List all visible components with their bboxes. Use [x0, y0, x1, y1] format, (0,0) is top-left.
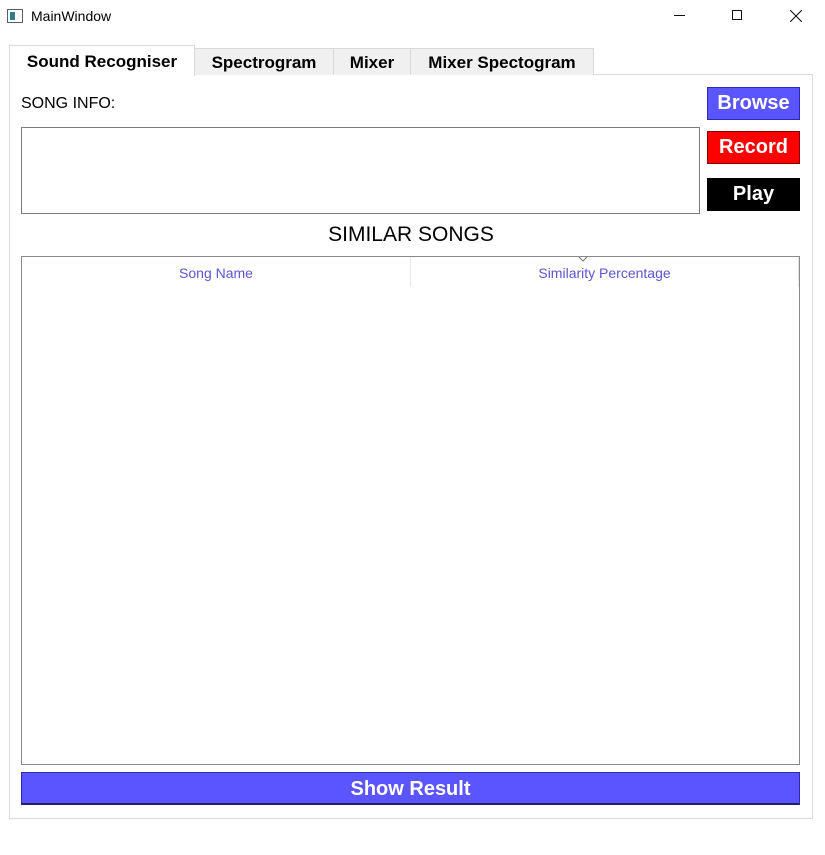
sort-descending-icon: [578, 256, 588, 262]
tab-mixer[interactable]: Mixer: [333, 48, 411, 75]
maximize-button[interactable]: [714, 0, 758, 34]
column-header-similarity-percentage[interactable]: Similarity Percentage: [411, 257, 799, 287]
title-bar: MainWindow: [0, 0, 825, 34]
show-result-button[interactable]: Show Result: [21, 772, 800, 805]
column-header-song-name[interactable]: Song Name: [22, 257, 411, 287]
similar-songs-table[interactable]: Song Name Similarity Percentage: [21, 256, 800, 765]
play-button[interactable]: Play: [707, 178, 800, 211]
tab-spectrogram[interactable]: Spectrogram: [194, 48, 334, 75]
minimize-icon: [674, 15, 685, 16]
window-title: MainWindow: [31, 8, 112, 24]
close-button[interactable]: [773, 0, 817, 34]
browse-button[interactable]: Browse: [707, 87, 800, 120]
song-info-label: SONG INFO:: [21, 95, 116, 112]
similar-songs-title: SIMILAR SONGS: [328, 223, 494, 246]
tab-sound-recogniser[interactable]: Sound Recogniser: [9, 45, 195, 76]
window-app-icon: [7, 9, 23, 23]
minimize-button[interactable]: [658, 0, 702, 34]
tab-mixer-spectogram[interactable]: Mixer Spectogram: [410, 48, 594, 75]
close-icon: [790, 10, 802, 22]
song-info-textbox[interactable]: [21, 127, 700, 214]
maximize-icon: [732, 10, 742, 20]
record-button[interactable]: Record: [707, 131, 800, 164]
